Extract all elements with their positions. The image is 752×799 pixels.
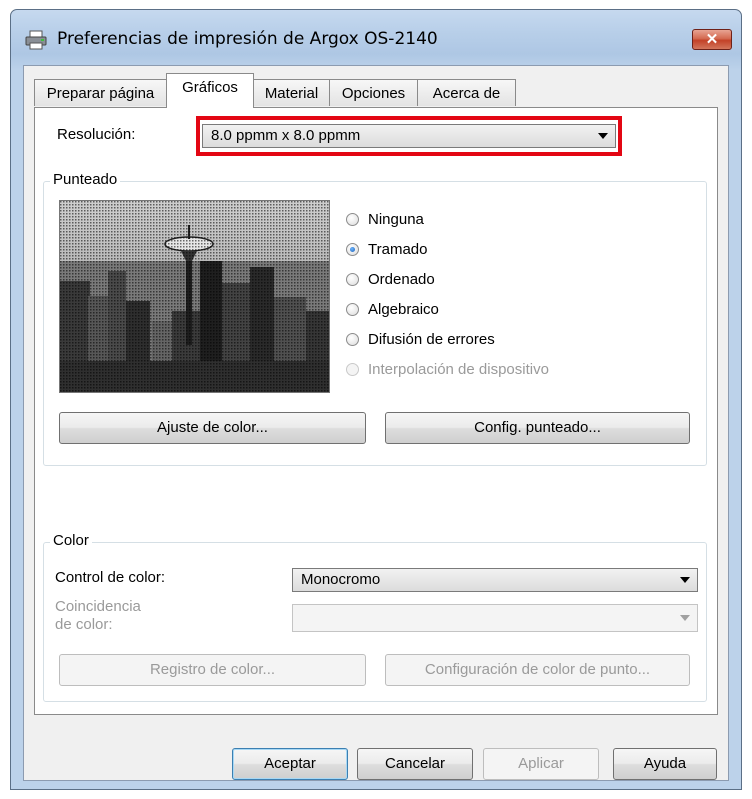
- color-matching-label-line2: de color:: [55, 616, 113, 633]
- color-register-button: Registro de color...: [59, 654, 366, 686]
- color-control-select[interactable]: Monocromo: [292, 568, 698, 592]
- close-button[interactable]: ✕: [692, 29, 732, 50]
- dialog-client-area: Preparar página Gráficos Material Opcion…: [23, 65, 729, 781]
- radio-button[interactable]: [346, 273, 359, 286]
- chevron-down-icon: [680, 615, 690, 621]
- radio-label: Tramado: [368, 241, 428, 258]
- color-matching-select: [292, 604, 698, 632]
- ok-button[interactable]: Aceptar: [232, 748, 348, 780]
- radio-label: Interpolación de dispositivo: [368, 361, 549, 378]
- resolution-value: 8.0 ppmm x 8.0 ppmm: [211, 127, 361, 144]
- cancel-button[interactable]: Cancelar: [357, 748, 473, 780]
- close-icon: ✕: [705, 31, 719, 48]
- radio-button[interactable]: [346, 333, 359, 346]
- color-adjust-button[interactable]: Ajuste de color...: [59, 412, 366, 444]
- help-button[interactable]: Ayuda: [613, 748, 717, 780]
- tab-graficos[interactable]: Gráficos: [166, 73, 254, 108]
- tab-preparar-pagina[interactable]: Preparar página: [34, 79, 167, 106]
- tab-material[interactable]: Material: [253, 79, 330, 106]
- radio-button-selected[interactable]: [346, 243, 359, 256]
- resolution-label: Resolución:: [57, 126, 136, 143]
- color-matching-label-line1: Coincidencia: [55, 598, 141, 615]
- graficos-panel: Resolución: 8.0 ppmm x 8.0 ppmm Punteado: [34, 107, 718, 715]
- color-group-title: Color: [50, 532, 92, 549]
- radio-label: Difusión de errores: [368, 331, 495, 348]
- apply-button: Aplicar: [483, 748, 599, 780]
- tab-opciones[interactable]: Opciones: [329, 79, 418, 106]
- dither-config-button[interactable]: Config. punteado...: [385, 412, 690, 444]
- title-bar[interactable]: Preferencias de impresión de Argox OS-21…: [11, 10, 741, 66]
- dithering-group-title: Punteado: [50, 171, 121, 188]
- chevron-down-icon: [680, 577, 690, 583]
- window-title: Preferencias de impresión de Argox OS-21…: [57, 29, 438, 49]
- dither-preview-image: [59, 200, 330, 393]
- color-control-value: Monocromo: [301, 571, 381, 588]
- tab-acerca-de[interactable]: Acerca de: [417, 79, 516, 106]
- radio-button-disabled: [346, 363, 359, 376]
- city-skyline-image: [60, 201, 329, 392]
- resolution-select[interactable]: 8.0 ppmm x 8.0 ppmm: [202, 124, 616, 148]
- printer-icon: [25, 30, 47, 50]
- radio-button[interactable]: [346, 213, 359, 226]
- chevron-down-icon: [598, 133, 608, 139]
- spot-color-config-button: Configuración de color de punto...: [385, 654, 690, 686]
- color-control-label: Control de color:: [55, 569, 166, 586]
- radio-label: Algebraico: [368, 301, 439, 318]
- radio-label: Ordenado: [368, 271, 435, 288]
- print-preferences-window: Preferencias de impresión de Argox OS-21…: [10, 9, 742, 790]
- radio-button[interactable]: [346, 303, 359, 316]
- radio-label: Ninguna: [368, 211, 424, 228]
